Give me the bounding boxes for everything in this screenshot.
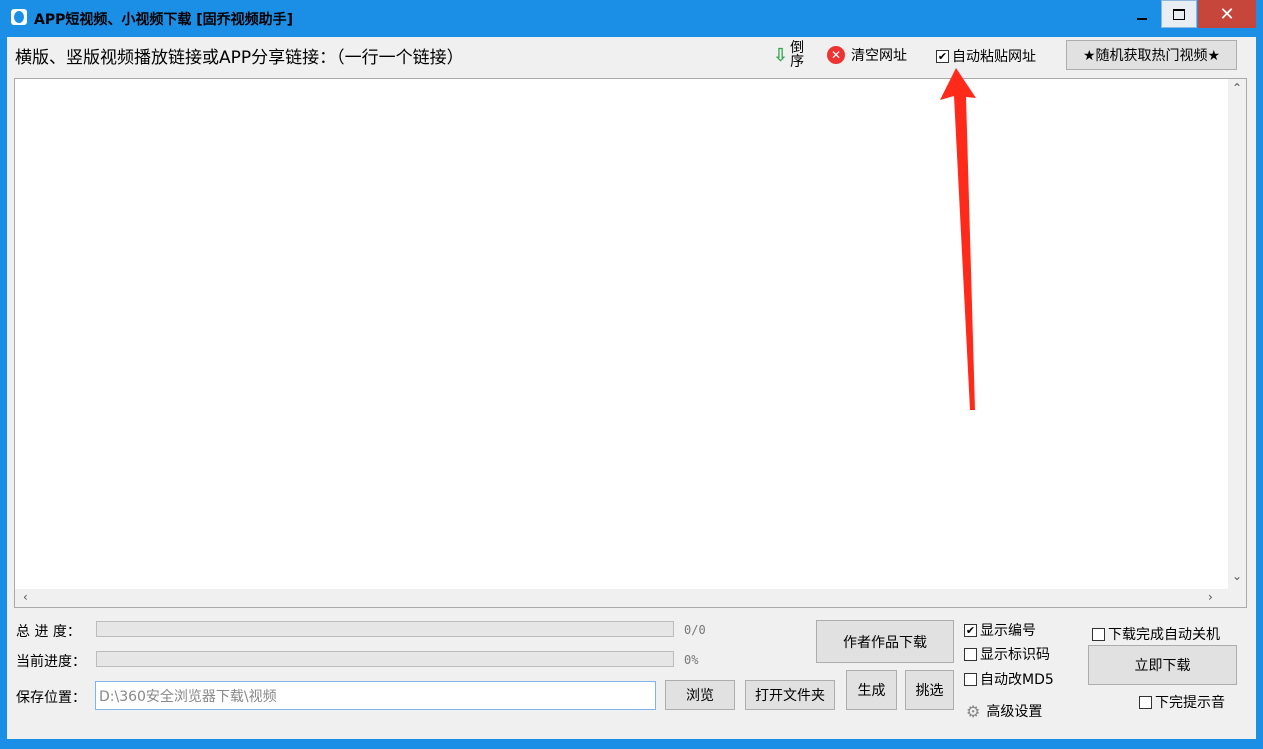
annotation-arrow-shape [940, 68, 976, 410]
annotation-arrow [940, 68, 976, 410]
